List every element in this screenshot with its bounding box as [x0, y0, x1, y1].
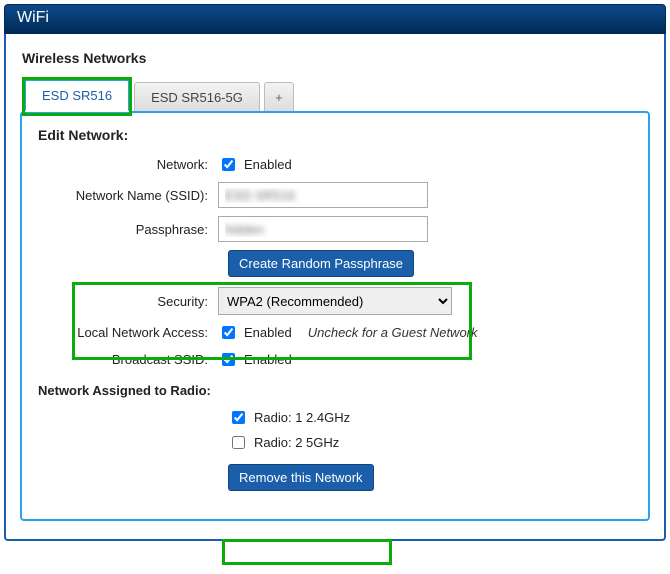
network-enabled-text: Enabled	[244, 157, 292, 172]
radio-2-checkbox[interactable]	[232, 436, 245, 449]
security-label: Security:	[38, 294, 218, 309]
highlight-box	[222, 539, 392, 565]
network-label: Network:	[38, 157, 218, 172]
tab-bar: ESD SR516 ESD SR516-5G +	[24, 78, 650, 111]
page-title: WiFi	[4, 4, 666, 34]
tab-network-1[interactable]: ESD SR516	[24, 79, 130, 112]
remove-network-button[interactable]: Remove this Network	[228, 464, 374, 491]
outer-panel: Wireless Networks ESD SR516 ESD SR516-5G…	[4, 34, 666, 541]
edit-network-panel: Edit Network: Network: Enabled Network N…	[20, 111, 650, 521]
lan-access-hint: Uncheck for a Guest Network	[308, 325, 478, 340]
create-random-passphrase-button[interactable]: Create Random Passphrase	[228, 250, 414, 277]
radio-1-label: Radio: 1 2.4GHz	[254, 410, 350, 425]
passphrase-label: Passphrase:	[38, 222, 218, 237]
section-heading: Wireless Networks	[22, 50, 650, 66]
lan-access-text: Enabled	[244, 325, 292, 340]
ssid-input[interactable]	[218, 182, 428, 208]
broadcast-text: Enabled	[244, 352, 292, 367]
security-select[interactable]: WPA2 (Recommended)	[218, 287, 452, 315]
radio-2-label: Radio: 2 5GHz	[254, 435, 339, 450]
lan-access-checkbox[interactable]	[222, 326, 235, 339]
tab-label: ESD SR516	[42, 88, 112, 103]
radio-1-checkbox[interactable]	[232, 411, 245, 424]
tab-network-2[interactable]: ESD SR516-5G	[134, 82, 260, 112]
broadcast-checkbox[interactable]	[222, 353, 235, 366]
tab-add[interactable]: +	[264, 82, 294, 112]
network-enabled-checkbox[interactable]	[222, 158, 235, 171]
passphrase-input[interactable]	[218, 216, 428, 242]
broadcast-label: Broadcast SSID:	[38, 352, 218, 367]
lan-access-label: Local Network Access:	[38, 325, 218, 340]
radio-heading: Network Assigned to Radio:	[38, 383, 632, 398]
ssid-label: Network Name (SSID):	[38, 188, 218, 203]
panel-heading: Edit Network:	[38, 127, 632, 143]
